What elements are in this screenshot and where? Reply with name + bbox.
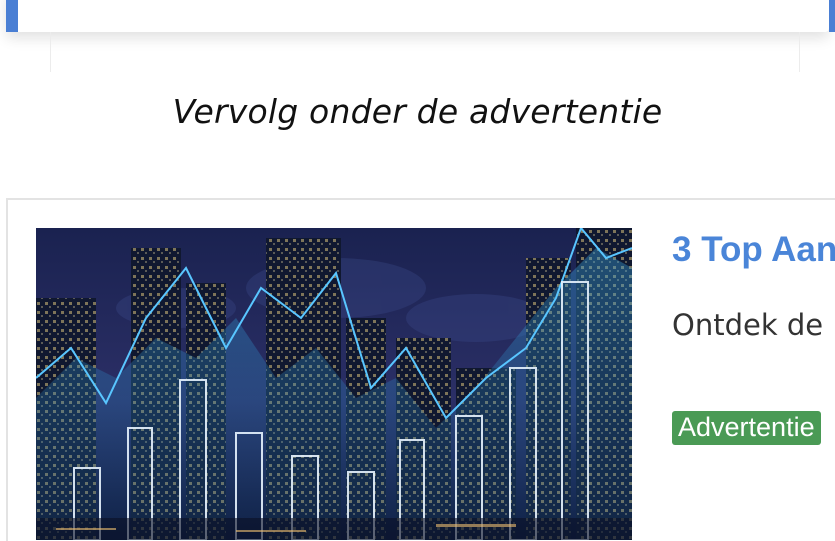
ad-title[interactable]: 3 Top Aan xyxy=(672,230,835,270)
page: Vervolg onder de advertentie 3 Top Aan O… xyxy=(0,0,835,541)
card-rails xyxy=(50,32,800,72)
ad-badge: Advertentie xyxy=(672,411,821,445)
card-accent-left xyxy=(6,0,18,32)
city-finance-chart-image xyxy=(36,228,632,540)
ad-description[interactable]: Ontdek de I xyxy=(672,308,835,342)
ad-image[interactable] xyxy=(36,228,632,540)
ad-card[interactable]: 3 Top Aan Ontdek de I Advertentie xyxy=(6,198,835,541)
previous-content-card xyxy=(6,0,835,32)
continue-below-ad-note: Vervolg onder de advertentie xyxy=(172,92,663,131)
card-accent-right xyxy=(829,0,835,32)
